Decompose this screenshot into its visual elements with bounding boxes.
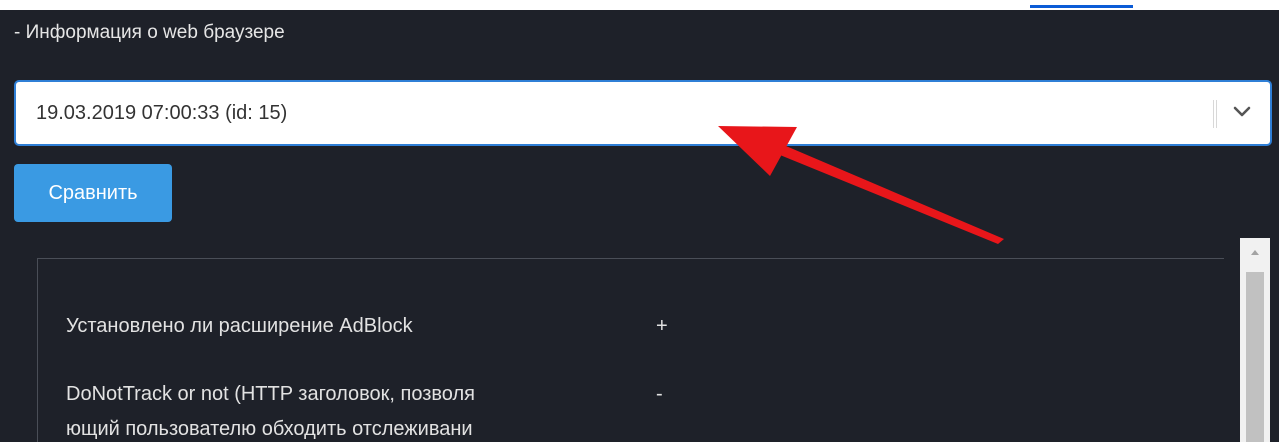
red-arrow-annotation bbox=[718, 126, 1004, 244]
